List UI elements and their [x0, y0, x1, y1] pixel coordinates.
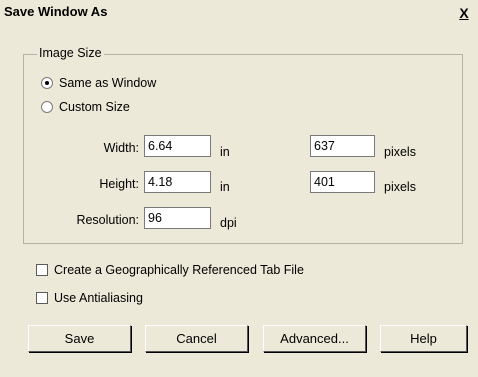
- antialias-label: Use Antialiasing: [54, 291, 143, 305]
- geo-tab-option[interactable]: Create a Geographically Referenced Tab F…: [36, 263, 304, 277]
- resolution-input[interactable]: [144, 207, 211, 229]
- resolution-unit: dpi: [220, 216, 237, 230]
- height-label: Height:: [99, 177, 139, 191]
- image-size-group-label: Image Size: [37, 46, 104, 60]
- cancel-button[interactable]: Cancel: [145, 325, 248, 352]
- custom-size-label: Custom Size: [59, 100, 130, 114]
- height-inches-input[interactable]: [144, 171, 211, 193]
- height-pixels-unit: pixels: [384, 180, 416, 194]
- resolution-label: Resolution:: [76, 213, 139, 227]
- width-pixels-input[interactable]: [310, 135, 375, 157]
- custom-size-radio[interactable]: [41, 101, 53, 113]
- title-bar: Save Window As X: [0, 0, 478, 26]
- save-button[interactable]: Save: [28, 325, 131, 352]
- close-icon[interactable]: X: [452, 4, 476, 22]
- height-pixels-input[interactable]: [310, 171, 375, 193]
- width-pixels-unit: pixels: [384, 145, 416, 159]
- save-window-dialog: Save Window As X Image Size Same as Wind…: [0, 0, 478, 377]
- same-as-window-label: Same as Window: [59, 76, 157, 90]
- same-as-window-option[interactable]: Same as Window: [41, 76, 156, 90]
- geo-tab-checkbox[interactable]: [36, 264, 48, 276]
- antialias-checkbox[interactable]: [36, 292, 48, 304]
- dialog-title: Save Window As: [4, 4, 108, 19]
- advanced-button[interactable]: Advanced...: [263, 325, 366, 352]
- geo-tab-label: Create a Geographically Referenced Tab F…: [54, 263, 304, 277]
- antialias-option[interactable]: Use Antialiasing: [36, 291, 143, 305]
- custom-size-option[interactable]: Custom Size: [41, 100, 130, 114]
- width-unit: in: [220, 145, 230, 159]
- help-button[interactable]: Help: [380, 325, 467, 352]
- height-unit: in: [220, 180, 230, 194]
- width-inches-input[interactable]: [144, 135, 211, 157]
- width-label: Width:: [103, 141, 139, 155]
- same-as-window-radio[interactable]: [41, 77, 53, 89]
